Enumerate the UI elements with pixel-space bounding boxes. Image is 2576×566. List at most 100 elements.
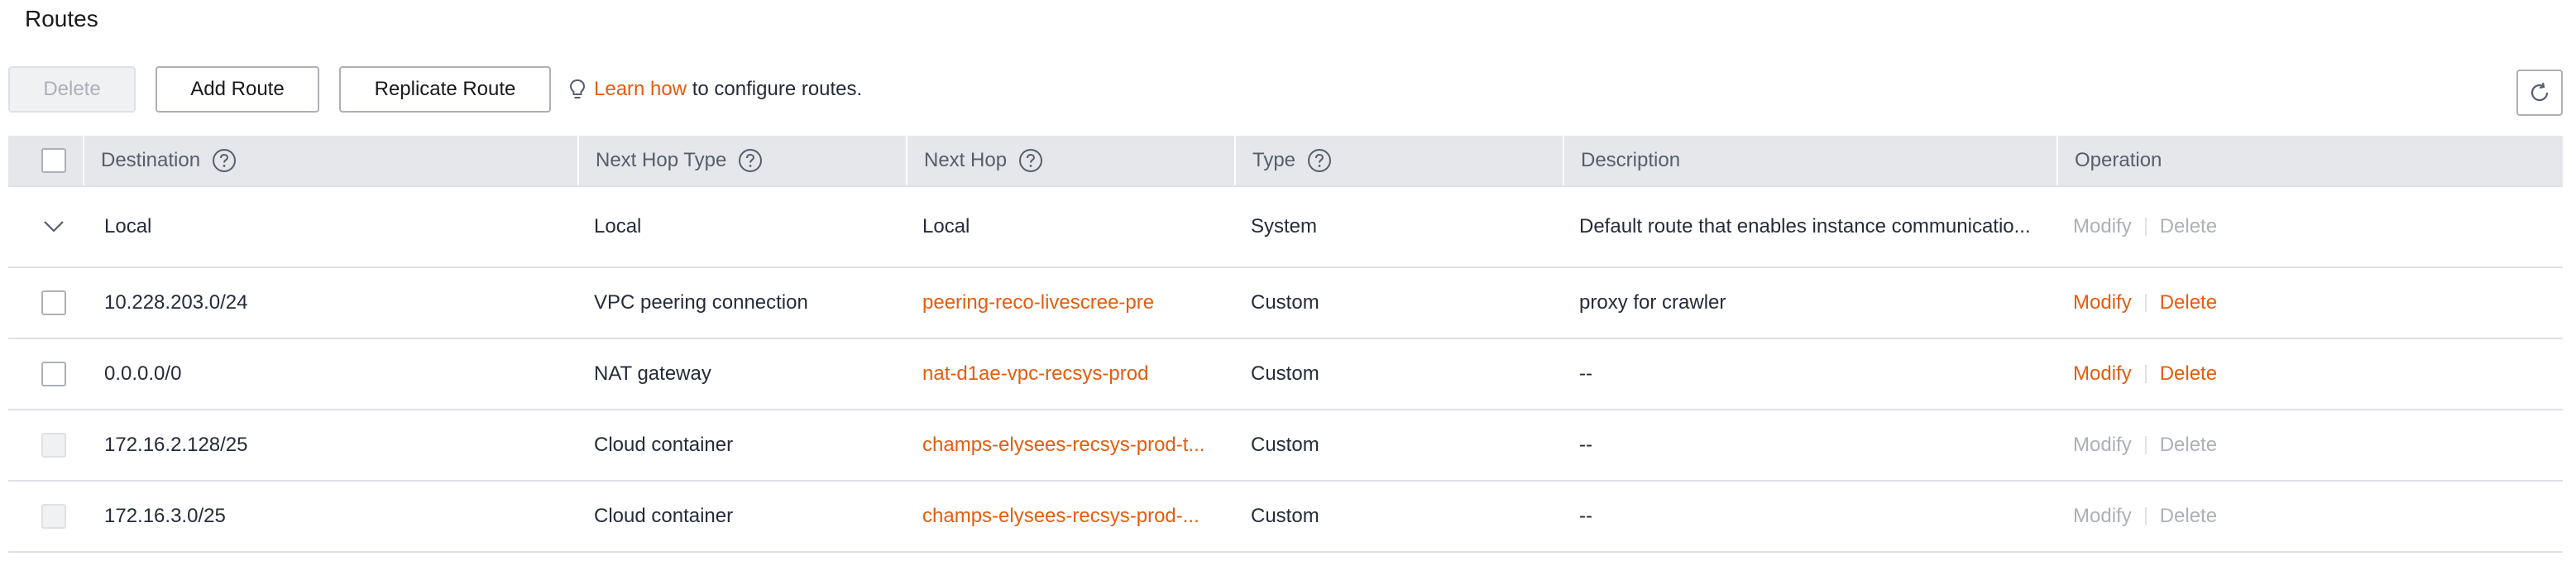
replicate-route-button[interactable]: Replicate Route bbox=[339, 66, 551, 113]
configure-tip: Learn how to configure routes. bbox=[567, 78, 862, 101]
modify-link[interactable]: Modify bbox=[2073, 215, 2132, 238]
operation-divider bbox=[2144, 365, 2147, 383]
modify-link[interactable]: Modify bbox=[2073, 291, 2132, 314]
header-description: Description bbox=[1563, 136, 2056, 185]
destination-text: 172.16.2.128/25 bbox=[104, 434, 248, 456]
next-hop-link[interactable]: peering-reco-livescree-pre bbox=[922, 291, 1154, 314]
description-cell: Default route that enables instance comm… bbox=[1563, 187, 2056, 266]
row-select-cell bbox=[8, 410, 83, 480]
type-text: Custom bbox=[1251, 434, 1319, 456]
next-hop-type-text: NAT gateway bbox=[594, 362, 711, 385]
row-select-cell bbox=[8, 339, 83, 409]
modify-link[interactable]: Modify bbox=[2073, 505, 2132, 528]
modify-link[interactable]: Modify bbox=[2073, 434, 2132, 457]
operation-divider bbox=[2144, 436, 2147, 454]
header-select-cell bbox=[8, 136, 83, 185]
row-select-cell bbox=[8, 482, 83, 551]
help-circle-icon[interactable] bbox=[1018, 148, 1043, 173]
table-row: 10.228.203.0/24 VPC peering connection p… bbox=[8, 268, 2563, 339]
header-destination-label: Destination bbox=[101, 149, 201, 171]
next-hop-cell: champs-elysees-recsys-prod-... bbox=[906, 482, 1234, 551]
header-next-hop-label: Next Hop bbox=[924, 149, 1008, 171]
next-hop-link[interactable]: champs-elysees-recsys-prod-t... bbox=[922, 434, 1204, 457]
destination-text: Local bbox=[104, 215, 152, 237]
delete-link[interactable]: Delete bbox=[2160, 215, 2217, 238]
chevron-down-icon[interactable] bbox=[41, 214, 66, 239]
type-text: Custom bbox=[1251, 291, 1319, 314]
destination-text: 10.228.203.0/24 bbox=[104, 291, 248, 314]
description-text: -- bbox=[1579, 505, 1592, 527]
description-cell: -- bbox=[1563, 482, 2056, 551]
header-next-hop: Next Hop bbox=[906, 136, 1234, 185]
type-cell: Custom bbox=[1234, 268, 1563, 338]
learn-how-link[interactable]: Learn how bbox=[594, 78, 687, 101]
delete-link[interactable]: Delete bbox=[2160, 505, 2217, 528]
destination-cell: Local bbox=[83, 187, 577, 266]
type-text: Custom bbox=[1251, 505, 1319, 527]
destination-cell: 0.0.0.0/0 bbox=[83, 339, 577, 409]
next-hop-type-cell: NAT gateway bbox=[577, 339, 906, 409]
refresh-button[interactable] bbox=[2516, 70, 2563, 116]
table-row: 0.0.0.0/0 NAT gateway nat-d1ae-vpc-recsy… bbox=[8, 339, 2563, 410]
table-row: 172.16.2.128/25 Cloud container champs-e… bbox=[8, 410, 2563, 482]
header-type: Type bbox=[1234, 136, 1563, 185]
next-hop-type-text: Cloud container bbox=[594, 434, 734, 456]
help-circle-icon[interactable] bbox=[738, 148, 763, 173]
delete-link[interactable]: Delete bbox=[2160, 362, 2217, 386]
operation-cell: Modify Delete bbox=[2056, 339, 2563, 409]
delete-link[interactable]: Delete bbox=[2160, 434, 2217, 457]
type-text: Custom bbox=[1251, 362, 1319, 385]
next-hop-cell: champs-elysees-recsys-prod-t... bbox=[906, 410, 1234, 480]
modify-link[interactable]: Modify bbox=[2073, 362, 2132, 386]
header-type-label: Type bbox=[1252, 149, 1296, 171]
next-hop-type-cell: Cloud container bbox=[577, 482, 906, 551]
header-destination: Destination bbox=[83, 136, 577, 185]
next-hop-cell: Local bbox=[906, 187, 1234, 266]
type-cell: System bbox=[1234, 187, 1563, 266]
destination-cell: 10.228.203.0/24 bbox=[83, 268, 577, 338]
header-operation-label: Operation bbox=[2075, 149, 2162, 171]
row-checkbox[interactable] bbox=[41, 362, 66, 386]
destination-cell: 172.16.2.128/25 bbox=[83, 410, 577, 480]
description-cell: -- bbox=[1563, 410, 2056, 480]
header-next-hop-type: Next Hop Type bbox=[577, 136, 906, 185]
header-description-label: Description bbox=[1581, 149, 1681, 171]
lightbulb-icon bbox=[569, 79, 586, 98]
next-hop-link[interactable]: nat-d1ae-vpc-recsys-prod bbox=[922, 362, 1148, 386]
description-text: Default route that enables instance comm… bbox=[1579, 215, 2031, 237]
next-hop-cell: nat-d1ae-vpc-recsys-prod bbox=[906, 339, 1234, 409]
header-next-hop-type-label: Next Hop Type bbox=[596, 149, 727, 171]
next-hop-type-text: VPC peering connection bbox=[594, 291, 808, 314]
toolbar: Delete Add Route Replicate Route Learn h… bbox=[8, 66, 862, 113]
destination-text: 0.0.0.0/0 bbox=[104, 362, 182, 385]
next-hop-link[interactable]: champs-elysees-recsys-prod-... bbox=[922, 505, 1199, 528]
add-route-button[interactable]: Add Route bbox=[156, 66, 319, 113]
help-circle-icon[interactable] bbox=[212, 148, 237, 173]
row-select-cell bbox=[8, 268, 83, 338]
page-title: Routes bbox=[25, 6, 98, 31]
description-text: -- bbox=[1579, 362, 1592, 385]
delete-link[interactable]: Delete bbox=[2160, 291, 2217, 314]
operation-cell: Modify Delete bbox=[2056, 410, 2563, 480]
next-hop-type-text: Local bbox=[594, 215, 642, 237]
table-header: Destination Next Hop Type Next Hop Type … bbox=[8, 136, 2563, 187]
tip-text: to configure routes. bbox=[687, 78, 863, 100]
select-all-checkbox[interactable] bbox=[41, 148, 66, 173]
type-cell: Custom bbox=[1234, 339, 1563, 409]
delete-button[interactable]: Delete bbox=[8, 66, 136, 113]
operation-cell: Modify Delete bbox=[2056, 268, 2563, 338]
next-hop-type-cell: Local bbox=[577, 187, 906, 266]
row-checkbox[interactable] bbox=[41, 290, 66, 315]
help-circle-icon[interactable] bbox=[1307, 148, 1332, 173]
row-expand-cell bbox=[8, 187, 83, 266]
operation-divider bbox=[2144, 218, 2147, 236]
type-text: System bbox=[1251, 215, 1318, 237]
next-hop-type-cell: Cloud container bbox=[577, 410, 906, 480]
description-cell: -- bbox=[1563, 339, 2056, 409]
next-hop-cell: peering-reco-livescree-pre bbox=[906, 268, 1234, 338]
operation-divider bbox=[2144, 507, 2147, 525]
next-hop-text: Local bbox=[922, 215, 970, 237]
next-hop-type-cell: VPC peering connection bbox=[577, 268, 906, 338]
operation-cell: Modify Delete bbox=[2056, 482, 2563, 551]
next-hop-type-text: Cloud container bbox=[594, 505, 734, 527]
